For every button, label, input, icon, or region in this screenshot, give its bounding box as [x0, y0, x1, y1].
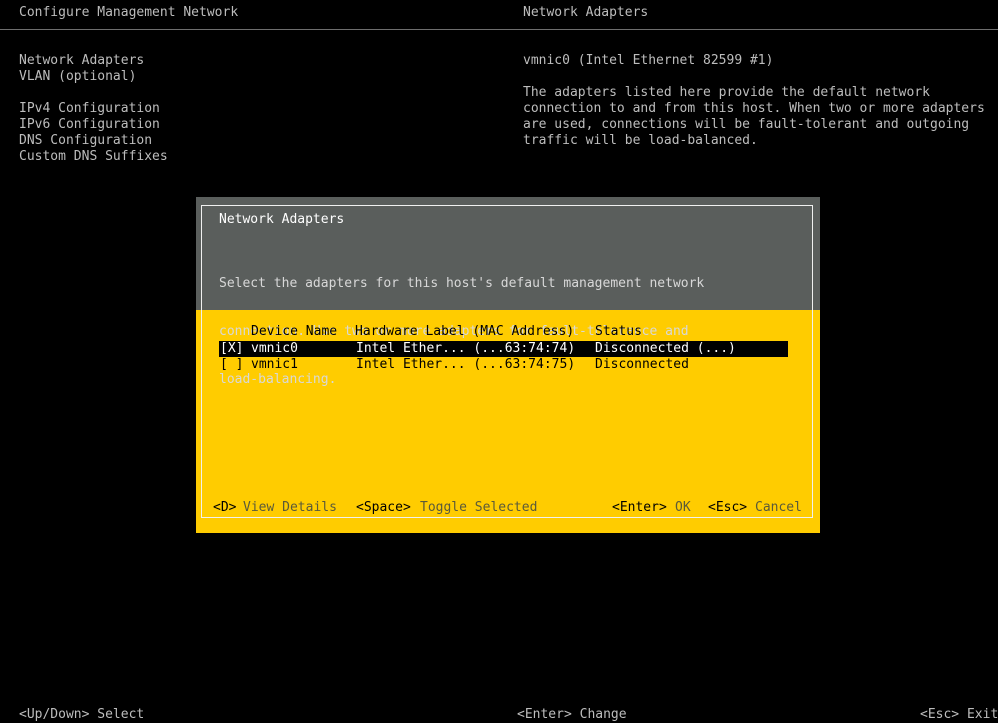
dialog-description-line: Select the adapters for this host's defa… [219, 276, 705, 291]
info-description-line: traffic will be load-balanced. [523, 133, 758, 148]
adapter-device-name: vmnic1 [251, 357, 298, 372]
info-description-line: are used, connections will be fault-tole… [523, 117, 970, 132]
detail-pane-title: Network Adapters [523, 5, 649, 20]
menu-item-dns-suffixes[interactable]: Custom DNS Suffixes [19, 149, 168, 165]
menu-item-ipv6[interactable]: IPv6 Configuration [19, 117, 160, 133]
network-adapters-dialog: Network Adapters Select the adapters for… [196, 197, 820, 533]
adapter-checkbox[interactable]: [X] [220, 341, 243, 357]
column-device-name: Device Name [251, 324, 338, 339]
info-description-line: The adapters listed here provide the def… [523, 85, 930, 100]
adapter-checkbox[interactable]: [ ] [220, 357, 243, 373]
dialog-description-line: load-balancing. [219, 372, 337, 387]
adapter-row-vmnic1[interactable]: [ ] vmnic1 Intel Ether... (...63:74:75) … [219, 357, 788, 373]
toggle-selected-label[interactable]: Toggle Selected [420, 500, 537, 516]
adapter-status: Disconnected (...) [595, 341, 736, 356]
column-status: Status [595, 324, 642, 339]
cancel-label[interactable]: Cancel [755, 500, 802, 516]
view-details-key[interactable]: <D> [213, 500, 236, 516]
column-hardware-label: Hardware Label (MAC Address) [355, 324, 575, 339]
dialog-title: Network Adapters [219, 212, 345, 227]
screen-title: Configure Management Network [19, 5, 239, 20]
current-adapter: vmnic0 (Intel Ethernet 82599 #1) [523, 53, 774, 68]
menu-item-network-adapters[interactable]: Network Adapters [19, 53, 144, 69]
ok-label[interactable]: OK [675, 500, 691, 516]
ok-key[interactable]: <Enter> [612, 500, 667, 516]
adapter-row-vmnic0[interactable]: [X] vmnic0 Intel Ether... (...63:74:74) … [219, 341, 788, 357]
toggle-selected-key[interactable]: <Space> [356, 500, 411, 516]
cancel-key[interactable]: <Esc> [708, 500, 747, 516]
adapter-status: Disconnected [595, 357, 689, 372]
menu-item-vlan[interactable]: VLAN (optional) [19, 69, 136, 85]
adapter-hardware-label: Intel Ether... (...63:74:74) [356, 341, 576, 356]
adapter-device-name: vmnic0 [251, 341, 298, 356]
info-description-line: connection to and from this host. When t… [523, 101, 985, 116]
adapter-hardware-label: Intel Ether... (...63:74:75) [356, 357, 576, 372]
hint-change: <Enter> Change [517, 707, 627, 722]
menu-item-ipv4[interactable]: IPv4 Configuration [19, 101, 160, 117]
menu-item-dns[interactable]: DNS Configuration [19, 133, 152, 149]
header-divider [0, 29, 998, 30]
hint-exit: <Esc> Exit [920, 707, 998, 722]
view-details-label[interactable]: View Details [243, 500, 337, 516]
hint-select: <Up/Down> Select [19, 707, 145, 722]
